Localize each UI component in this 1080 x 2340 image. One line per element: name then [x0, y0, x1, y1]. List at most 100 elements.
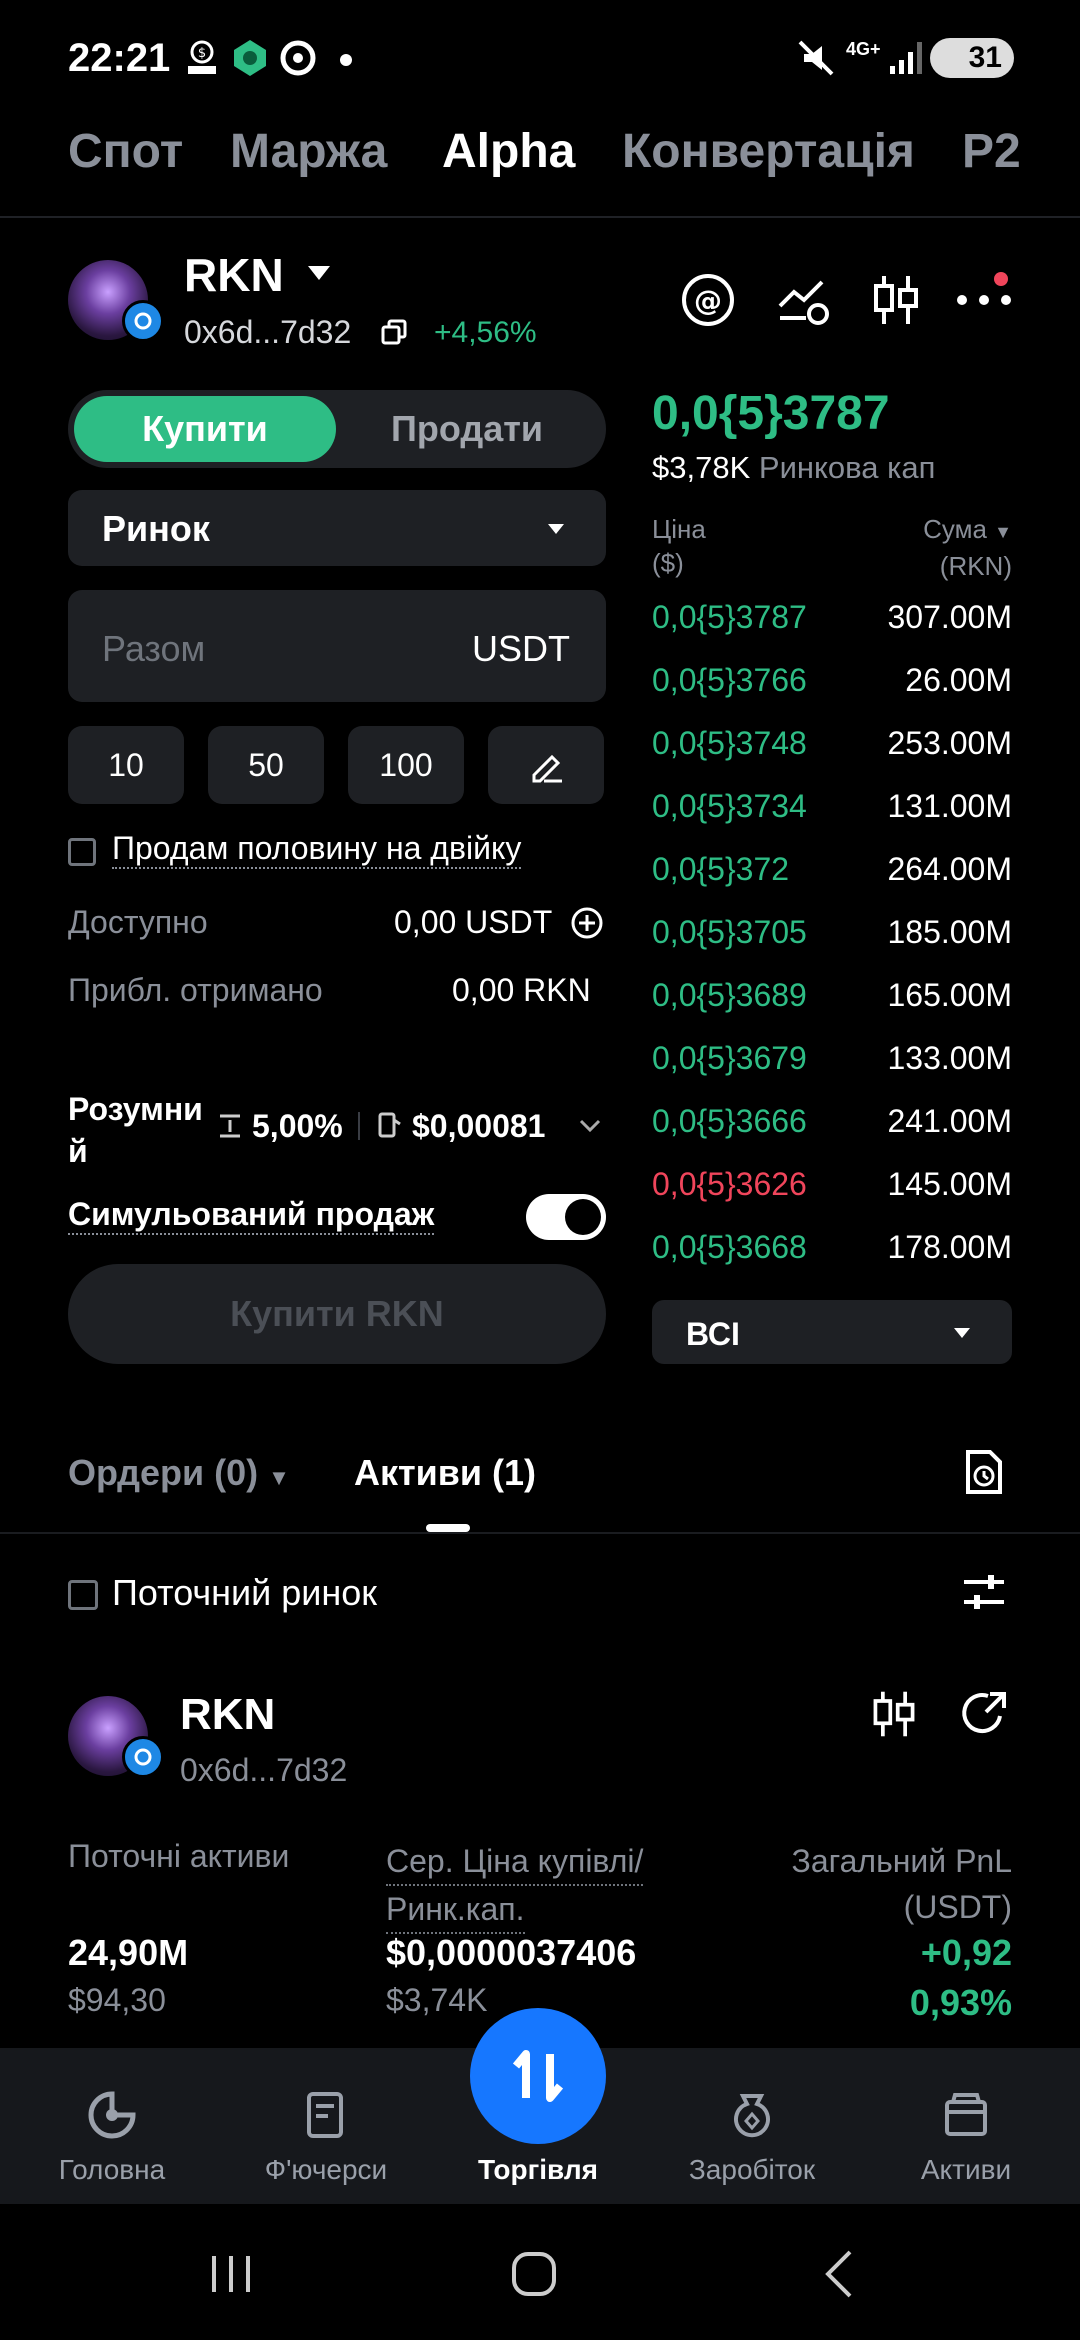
- asset-chain-badge-icon: [122, 1736, 164, 1778]
- col-price-header: Ціна ($): [652, 514, 706, 578]
- orderbook-row[interactable]: 0,0{5}3689 165.00M: [652, 964, 1012, 1027]
- gas-pump-icon: [378, 1112, 401, 1138]
- receive-value: 0,00 RKN: [452, 972, 591, 1008]
- tab-alpha[interactable]: Alpha: [442, 124, 575, 179]
- green-app-icon: [234, 40, 266, 76]
- dollar-tree-icon: $: [188, 40, 216, 74]
- simulated-sell-toggle[interactable]: [526, 1194, 606, 1240]
- current-market-label: Поточний ринок: [112, 1572, 378, 1613]
- orderbook-row[interactable]: 0,0{5}3734 131.00M: [652, 775, 1012, 838]
- double-sell-checkbox[interactable]: [68, 838, 96, 866]
- chain-badge-icon: [122, 300, 164, 342]
- orderbook-row[interactable]: 0,0{5}3787 307.00M: [652, 586, 1012, 649]
- tabbar-assets[interactable]: Активи: [866, 2090, 1066, 2186]
- orderbook-row-price: 0,0{5}3734: [652, 788, 807, 824]
- asset-chart-icon[interactable]: [868, 1688, 920, 1740]
- back-icon[interactable]: [818, 2248, 858, 2300]
- copy-icon[interactable]: [380, 318, 408, 346]
- orderbook-row[interactable]: 0,0{5}3666 241.00M: [652, 1090, 1012, 1153]
- trade-fab-button[interactable]: [470, 2008, 606, 2144]
- pnl-label: Загальний PnL (USDT): [791, 1843, 1012, 1925]
- tabbar-trade[interactable]: Торгівля: [438, 2154, 638, 2186]
- slippage-icon: [220, 1114, 240, 1138]
- avg-price-label: Сер. Ціна купівлі/ Ринк.кап.: [386, 1838, 644, 1934]
- orderbook-row[interactable]: 0,0{5}3748 253.00M: [652, 712, 1012, 775]
- last-price: 0,0{5}3787: [652, 387, 890, 440]
- orderbook-row[interactable]: 0,0{5}3766 26.00M: [652, 649, 1012, 712]
- market-cap-value: $3,78K: [652, 450, 751, 485]
- orderbook-row-price: 0,0{5}3626: [652, 1166, 807, 1202]
- orderbook-row[interactable]: 0,0{5}3668 178.00M: [652, 1216, 1012, 1279]
- market-cap: $3,78K Ринкова кап: [652, 450, 935, 486]
- orderbook-row[interactable]: 0,0{5}3679 133.00M: [652, 1027, 1012, 1090]
- edit-presets-button[interactable]: [488, 726, 604, 804]
- tab-orders[interactable]: Ордери (0) ▼: [68, 1452, 290, 1494]
- toggle-knob: [565, 1199, 601, 1235]
- network-type: 4G+: [846, 39, 881, 59]
- tab-margin[interactable]: Маржа: [230, 124, 387, 179]
- smart-mode-label[interactable]: Розумний: [68, 1088, 212, 1172]
- mute-icon: [798, 40, 834, 76]
- orderbook-row-price: 0,0{5}3666: [652, 1103, 807, 1139]
- orderbook-row[interactable]: 0,0{5}3705 185.00M: [652, 901, 1012, 964]
- orderbook-row[interactable]: 0,0{5}372 264.00M: [652, 838, 1012, 901]
- candlestick-chart-icon[interactable]: [868, 272, 924, 328]
- preset-100-button[interactable]: 100: [348, 726, 464, 804]
- orderbook-row[interactable]: 0,0{5}3626 145.00M: [652, 1153, 1012, 1216]
- at-mention-icon[interactable]: @: [680, 272, 736, 328]
- add-funds-icon[interactable]: [570, 906, 604, 940]
- more-options-icon[interactable]: [954, 284, 1014, 314]
- pnl-value: +0,92: [920, 1932, 1012, 1973]
- sell-tab[interactable]: Продати: [336, 396, 598, 462]
- token-symbol[interactable]: RKN: [184, 248, 284, 302]
- tabbar-earn[interactable]: Заробіток: [652, 2090, 852, 2186]
- c-app-icon: [280, 40, 316, 76]
- token-dropdown-icon[interactable]: [306, 264, 332, 282]
- recent-apps-icon[interactable]: [206, 2252, 256, 2296]
- double-sell-label[interactable]: Продам половину на двійку: [112, 830, 522, 869]
- filter-sliders-icon[interactable]: [962, 1572, 1006, 1612]
- orderbook-row-amount: 264.00M: [887, 851, 1012, 887]
- orderbook-filter-value: ВСІ: [686, 1316, 740, 1352]
- pencil-icon: [532, 754, 562, 783]
- tab-convert[interactable]: Конвертація: [622, 124, 915, 179]
- token-address: 0x6d...7d32: [184, 314, 352, 350]
- order-type-value: Ринок: [102, 508, 210, 549]
- available-label: Доступно: [68, 904, 208, 940]
- preset-10-button[interactable]: 10: [68, 726, 184, 804]
- buy-tab[interactable]: Купити: [74, 396, 336, 462]
- home-icon: [88, 2091, 136, 2139]
- earn-icon: [734, 2094, 770, 2138]
- holdings-usd: $94,30: [68, 1982, 166, 2018]
- swap-arrows-icon: [512, 2050, 564, 2102]
- home-button-icon[interactable]: [510, 2250, 558, 2298]
- avg-price-value: $0,0000037406: [386, 1932, 637, 1973]
- notification-dot: [340, 54, 352, 66]
- svg-text:$: $: [198, 46, 206, 61]
- orderbook-row-amount: 178.00M: [887, 1229, 1012, 1265]
- signal-icon: [890, 42, 922, 74]
- current-market-checkbox[interactable]: [68, 1580, 98, 1610]
- tab-p2p[interactable]: P2: [962, 124, 1080, 179]
- market-cap-label: Ринкова кап: [758, 450, 936, 485]
- col-amount-header[interactable]: Сума ▼ (RKN): [906, 512, 1012, 583]
- chevron-down-icon[interactable]: [578, 1118, 602, 1134]
- buy-submit-button[interactable]: Купити RKN: [68, 1264, 606, 1364]
- orderbook-row-price: 0,0{5}3679: [652, 1040, 807, 1076]
- holdings-label: Поточні активи: [68, 1838, 290, 1874]
- tabbar-futures[interactable]: Ф'ючерси: [226, 2090, 426, 2186]
- slippage-value[interactable]: 5,00%: [252, 1108, 343, 1145]
- asset-symbol[interactable]: RKN: [180, 1690, 275, 1740]
- tab-assets[interactable]: Активи (1): [354, 1452, 536, 1494]
- tabbar-home[interactable]: Головна: [12, 2090, 212, 2186]
- asset-address: 0x6d...7d32: [180, 1752, 348, 1788]
- orderbook-row-amount: 26.00M: [905, 662, 1012, 698]
- price-alert-icon[interactable]: [776, 272, 832, 328]
- order-history-icon[interactable]: [962, 1448, 1006, 1496]
- preset-50-button[interactable]: 50: [208, 726, 324, 804]
- share-icon[interactable]: [960, 1688, 1010, 1738]
- settings-divider: [358, 1112, 360, 1140]
- gas-value[interactable]: $0,00081: [412, 1108, 545, 1145]
- orderbook-row-price: 0,0{5}3787: [652, 599, 807, 635]
- tab-spot[interactable]: Спот: [68, 124, 183, 179]
